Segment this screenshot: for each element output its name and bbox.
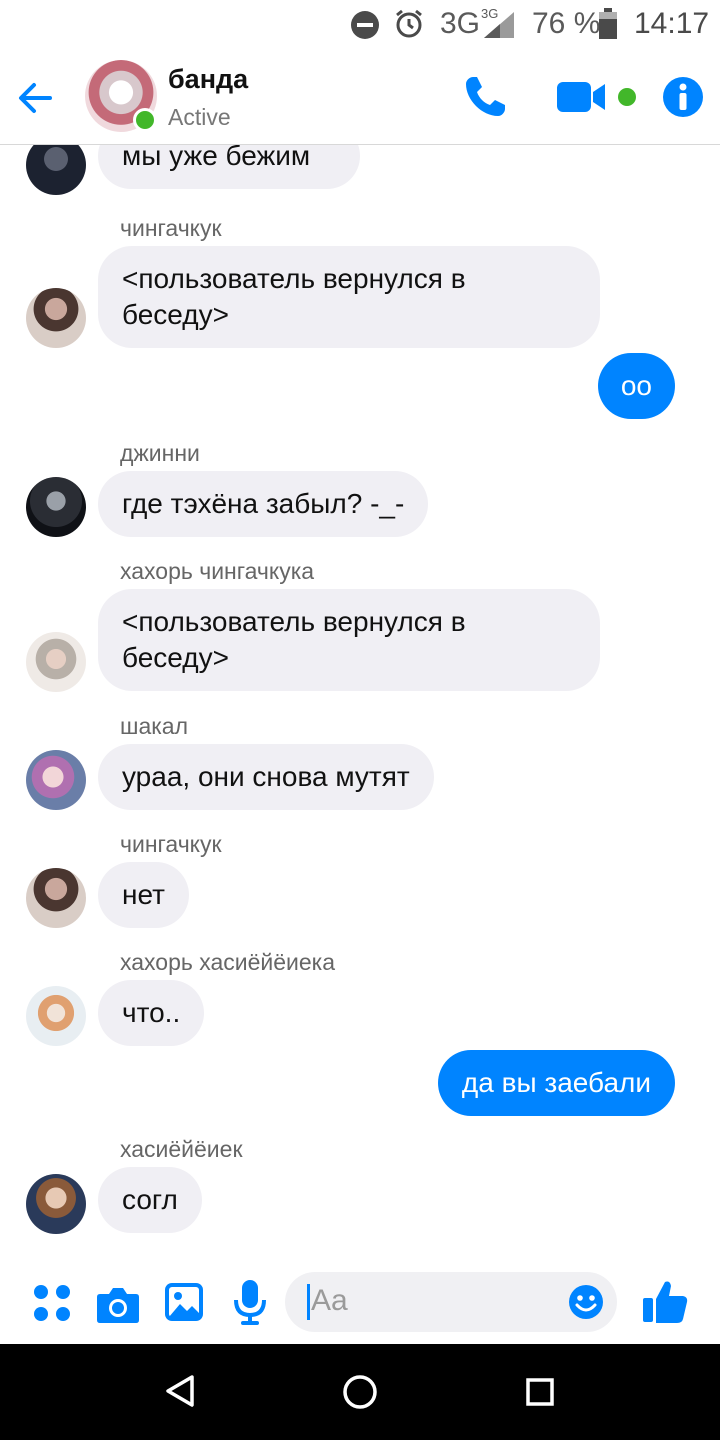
video-icon[interactable] bbox=[557, 80, 607, 114]
message-bubble[interactable]: мы уже бежим bbox=[98, 145, 360, 189]
battery-icon bbox=[599, 8, 617, 39]
avatar[interactable] bbox=[26, 750, 86, 810]
avatar[interactable] bbox=[26, 1174, 86, 1234]
message-bubble[interactable]: нет bbox=[98, 862, 189, 928]
battery-percent: 76 % bbox=[532, 7, 601, 40]
conversation-title[interactable]: банда bbox=[168, 64, 248, 95]
sender-name: хасиёйёиек bbox=[120, 1136, 243, 1162]
message-composer: Aa bbox=[0, 1262, 720, 1344]
sender-name: чингачкук bbox=[120, 215, 222, 241]
avatar[interactable] bbox=[26, 632, 86, 692]
network-type: 3G bbox=[440, 7, 481, 40]
video-online-dot bbox=[618, 88, 636, 106]
sender-name: чингачкук bbox=[120, 831, 222, 857]
conversation-header: банда Active bbox=[0, 50, 720, 145]
avatar[interactable] bbox=[26, 145, 86, 195]
avatar[interactable] bbox=[26, 986, 86, 1046]
thumbs-up-icon[interactable] bbox=[641, 1278, 689, 1326]
message-bubble-outgoing[interactable]: оо bbox=[597, 353, 675, 419]
message-bubble[interactable]: где тэхёна забыл? -_- bbox=[98, 471, 429, 537]
recents-square-icon[interactable] bbox=[525, 1377, 555, 1407]
message-list[interactable]: мы уже бежим чингачкук <пользователь вер… bbox=[0, 145, 720, 1270]
microphone-icon[interactable] bbox=[233, 1278, 267, 1326]
message-input-placeholder: Aa bbox=[311, 1284, 348, 1317]
info-icon[interactable] bbox=[662, 76, 704, 118]
system-nav-bar bbox=[0, 1344, 720, 1440]
more-apps-icon[interactable] bbox=[33, 1284, 71, 1322]
avatar[interactable] bbox=[26, 288, 86, 348]
message-bubble[interactable]: согл bbox=[98, 1167, 202, 1233]
sender-name: джинни bbox=[120, 440, 200, 466]
message-bubble[interactable]: ураа, они снова мутят bbox=[98, 744, 434, 810]
avatar[interactable] bbox=[26, 868, 86, 928]
camera-icon[interactable] bbox=[96, 1284, 140, 1324]
signal-icon bbox=[484, 12, 514, 38]
text-caret bbox=[307, 1284, 310, 1320]
active-status: Active bbox=[168, 104, 231, 130]
message-bubble[interactable]: <пользователь вернулся в беседу> bbox=[98, 246, 600, 348]
online-indicator bbox=[133, 108, 157, 132]
emoji-icon[interactable] bbox=[568, 1284, 604, 1320]
sender-name: хахорь чингачкука bbox=[120, 558, 315, 584]
status-bar: 3G 3G 76 % 14:17 bbox=[0, 0, 720, 50]
sender-name: хахорь хасиёйёиека bbox=[120, 949, 336, 975]
message-input[interactable]: Aa bbox=[285, 1272, 617, 1332]
do-not-disturb-icon bbox=[351, 11, 379, 39]
message-bubble[interactable]: <пользователь вернулся в беседу> bbox=[98, 589, 600, 691]
alarm-icon bbox=[396, 9, 422, 38]
phone-icon[interactable] bbox=[462, 74, 508, 120]
message-bubble-outgoing[interactable]: да вы заебали bbox=[437, 1050, 675, 1116]
gallery-icon[interactable] bbox=[164, 1282, 204, 1322]
back-triangle-icon[interactable] bbox=[164, 1374, 196, 1408]
avatar[interactable] bbox=[26, 477, 86, 537]
sender-name: шакал bbox=[120, 713, 189, 739]
clock: 14:17 bbox=[634, 7, 710, 40]
message-bubble[interactable]: что.. bbox=[98, 980, 205, 1046]
home-circle-icon[interactable] bbox=[342, 1374, 378, 1410]
back-arrow-icon[interactable] bbox=[14, 76, 58, 120]
